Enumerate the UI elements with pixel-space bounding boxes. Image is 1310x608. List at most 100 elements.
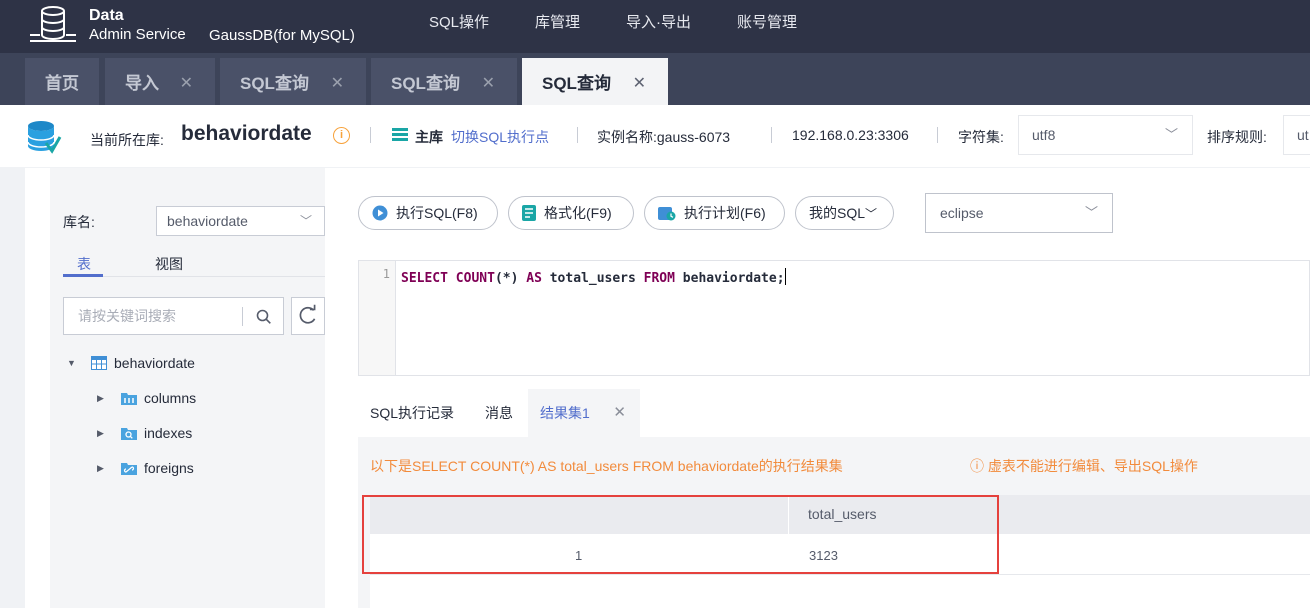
instance-address: 192.168.0.23:3306: [792, 127, 909, 143]
divider: [937, 127, 938, 143]
current-db-name: behaviordate: [181, 122, 312, 145]
sql-token: FROM: [643, 271, 675, 286]
tab-label: SQL查询: [542, 74, 611, 93]
product-name: GaussDB(for MySQL): [209, 27, 355, 44]
button-label: 执行SQL(F8): [396, 205, 478, 221]
close-icon[interactable]: ✕: [180, 73, 193, 93]
refresh-button[interactable]: [291, 297, 325, 335]
tab-result-set-1[interactable]: 结果集1 ✕: [528, 389, 640, 437]
result-message: 以下是SELECT COUNT(*) AS total_users FROM b…: [370, 458, 843, 474]
result-tabs: SQL执行记录 消息 结果集1 ✕: [358, 389, 1310, 437]
subtab-views[interactable]: 视图: [155, 254, 183, 274]
format-icon: [522, 205, 536, 221]
tab-sql-query-3[interactable]: SQL查询 ✕: [522, 58, 668, 105]
logo-title: Data: [89, 7, 124, 24]
logo-subtitle: Admin Service: [89, 26, 186, 43]
caret-right-icon[interactable]: ▶: [97, 428, 107, 439]
caret-right-icon[interactable]: ▶: [97, 393, 107, 404]
tab-import[interactable]: 导入 ✕: [105, 58, 215, 105]
search-icon[interactable]: [254, 307, 274, 327]
dbname-label: 库名:: [63, 214, 95, 230]
nav-import-export[interactable]: 导入·导出: [626, 13, 691, 33]
column-header-total-users[interactable]: total_users: [808, 506, 876, 522]
info-icon[interactable]: i: [333, 127, 350, 144]
nav-account-manage[interactable]: 账号管理: [737, 13, 797, 33]
result-panel: 以下是SELECT COUNT(*) AS total_users FROM b…: [358, 437, 1310, 608]
close-icon[interactable]: ✕: [482, 73, 495, 93]
run-sql-button[interactable]: 执行SQL(F8): [358, 196, 498, 230]
sql-token: total_users: [541, 271, 644, 286]
tree-node-label: foreigns: [144, 460, 194, 476]
charset-value: utf8: [1032, 127, 1056, 143]
tab-label: SQL查询: [240, 74, 309, 93]
object-browser-panel: 库名: behaviordate ﹀ 表 视图 ▼: [25, 168, 338, 608]
chevron-down-icon: ﹀: [1084, 205, 1098, 220]
explain-plan-button[interactable]: 执行计划(F6): [644, 196, 785, 230]
close-icon[interactable]: ✕: [613, 389, 626, 437]
sql-token: (*): [494, 271, 527, 286]
database-logo-icon: [30, 6, 76, 42]
database-icon: [27, 121, 62, 154]
collation-select[interactable]: ut: [1283, 115, 1310, 155]
tab-sql-history[interactable]: SQL执行记录: [370, 389, 454, 437]
tab-label: 首页: [45, 74, 79, 93]
table-icon: [91, 356, 107, 370]
tree-node-behaviordate[interactable]: ▼ behaviordate: [67, 355, 195, 371]
dbname-value: behaviordate: [167, 213, 248, 229]
close-icon[interactable]: ✕: [633, 73, 646, 93]
sql-token: AS: [526, 271, 542, 286]
server-icon: [392, 128, 408, 141]
grid-header: total_users: [370, 495, 1310, 534]
sql-code-editor[interactable]: 1 SELECT COUNT(*) AS total_users FROM be…: [358, 260, 1310, 376]
button-label: 我的SQL: [809, 205, 866, 221]
charset-select[interactable]: utf8 ﹀: [1018, 115, 1193, 155]
subtab-tables[interactable]: 表: [77, 254, 91, 274]
tab-sql-query-2[interactable]: SQL查询 ✕: [371, 58, 517, 105]
format-button[interactable]: 格式化(F9): [508, 196, 634, 230]
divider: [242, 307, 243, 326]
search-box: [63, 297, 284, 335]
play-icon: [372, 205, 388, 221]
dbname-select[interactable]: behaviordate ﹀: [156, 206, 325, 236]
chevron-down-icon: ﹀: [1164, 127, 1178, 142]
column-divider: [788, 495, 789, 534]
tree-node-label: columns: [144, 390, 197, 406]
editor-theme-select[interactable]: eclipse ﹀: [925, 193, 1113, 233]
tab-label: 导入: [125, 74, 159, 93]
tree-node-indexes[interactable]: ▶ indexes: [97, 425, 192, 441]
caret-right-icon[interactable]: ▶: [97, 463, 107, 474]
divider: [771, 127, 772, 143]
tree-node-foreigns[interactable]: ▶ foreigns: [97, 460, 194, 476]
cell-total-users[interactable]: 3123: [809, 548, 838, 563]
tab-sql-query-1[interactable]: SQL查询 ✕: [220, 58, 366, 105]
instance-name: 实例名称:gauss-6073: [597, 129, 731, 145]
caret-down-icon[interactable]: ▼: [67, 358, 77, 368]
tab-home[interactable]: 首页: [25, 58, 99, 105]
nav-db-manage[interactable]: 库管理: [535, 13, 580, 33]
tab-bar: 首页 导入 ✕ SQL查询 ✕ SQL查询 ✕ SQL查询 ✕: [0, 53, 1310, 105]
foreigns-icon: [121, 463, 137, 475]
collation-label: 排序规则:: [1207, 129, 1267, 145]
tree-node-columns[interactable]: ▶ columns: [97, 390, 196, 406]
search-input[interactable]: [64, 298, 242, 334]
divider: [577, 127, 578, 143]
code-line: SELECT COUNT(*) AS total_users FROM beha…: [401, 268, 786, 286]
line-gutter: 1: [359, 261, 396, 375]
chevron-down-icon: ﹀: [865, 206, 878, 221]
theme-value: eclipse: [940, 205, 984, 221]
switch-exec-point-link[interactable]: 切换SQL执行点: [451, 127, 549, 147]
sql-editor-area: 执行SQL(F8) 格式化(F9) 执行计划(F6) 我的SQL ﹀ eclip…: [338, 168, 1310, 608]
result-grid: total_users 1 3123: [370, 495, 1310, 608]
charset-label: 字符集:: [958, 129, 1004, 145]
close-icon[interactable]: ✕: [331, 73, 344, 93]
subtab-active-indicator: [63, 274, 103, 277]
line-number: 1: [382, 267, 390, 281]
table-row[interactable]: 1 3123: [370, 534, 1310, 575]
nav-sql-ops[interactable]: SQL操作: [429, 13, 489, 33]
my-sql-dropdown[interactable]: 我的SQL ﹀: [795, 196, 894, 230]
row-index: 1: [575, 548, 583, 563]
readonly-warning: ⓘ 虚表不能进行编辑、导出SQL操作: [970, 458, 1198, 474]
top-header: Data Admin Service GaussDB(for MySQL) SQ…: [0, 0, 1310, 53]
tab-messages[interactable]: 消息: [485, 389, 513, 437]
